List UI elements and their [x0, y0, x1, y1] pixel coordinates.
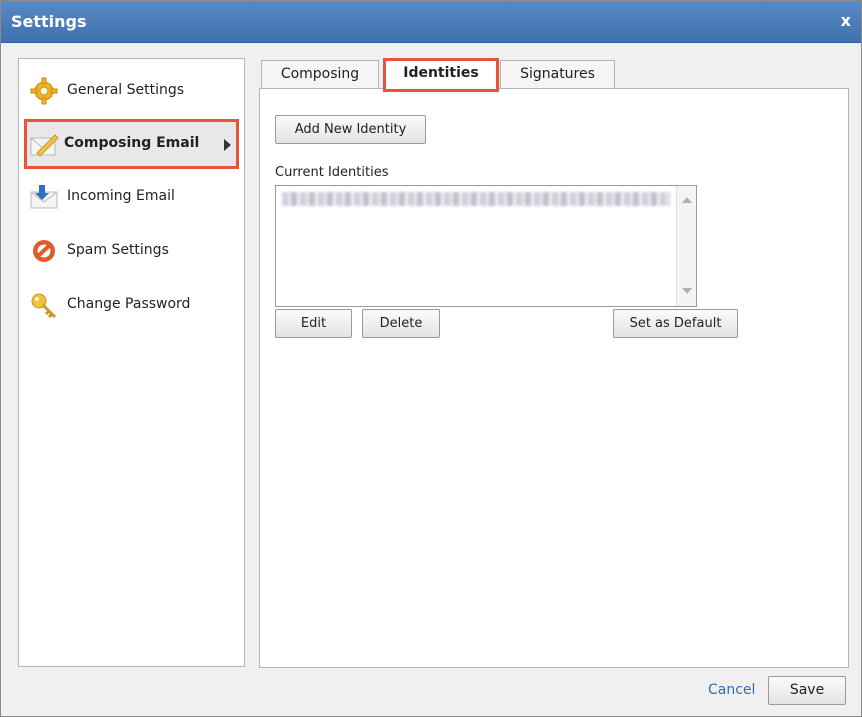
- edit-button[interactable]: Edit: [275, 309, 352, 338]
- key-icon: [29, 291, 59, 319]
- list-item[interactable]: [282, 192, 670, 206]
- set-as-default-button[interactable]: Set as Default: [613, 309, 738, 338]
- no-entry-icon: [29, 237, 59, 265]
- scroll-down-icon[interactable]: [682, 288, 692, 294]
- close-icon[interactable]: x: [841, 11, 851, 30]
- tab-composing[interactable]: Composing: [261, 60, 379, 89]
- tab-identities[interactable]: Identities: [383, 58, 499, 92]
- identities-list[interactable]: [275, 185, 697, 307]
- identities-scrollbar[interactable]: [676, 186, 696, 306]
- title-bar: Settings x: [1, 1, 861, 43]
- sidebar-item-label: Incoming Email: [67, 188, 175, 204]
- delete-button[interactable]: Delete: [362, 309, 440, 338]
- gear-icon: [29, 77, 59, 105]
- tab-signatures[interactable]: Signatures: [500, 60, 615, 89]
- sidebar-item-composing-email[interactable]: Composing Email: [24, 119, 239, 169]
- settings-sidebar: General Settings Composing Email Incomin…: [18, 58, 245, 667]
- sidebar-item-label: General Settings: [67, 82, 185, 98]
- save-button[interactable]: Save: [768, 676, 846, 705]
- sidebar-item-label: Composing Email: [64, 135, 200, 151]
- envelope-pencil-icon: [29, 131, 59, 159]
- incoming-mail-icon: [29, 183, 59, 211]
- sidebar-item-change-password[interactable]: Change Password: [19, 285, 244, 325]
- sidebar-item-label: Spam Settings: [67, 242, 169, 258]
- settings-dialog: Settings x General Settings Composing Em…: [0, 0, 862, 717]
- scroll-up-icon[interactable]: [682, 197, 692, 203]
- dialog-title: Settings: [11, 12, 87, 31]
- sidebar-item-general-settings[interactable]: General Settings: [19, 71, 244, 111]
- sidebar-item-incoming-email[interactable]: Incoming Email: [19, 177, 244, 217]
- add-new-identity-button[interactable]: Add New Identity: [275, 115, 426, 144]
- cancel-link[interactable]: Cancel: [708, 682, 755, 698]
- chevron-right-icon: [224, 139, 231, 151]
- sidebar-item-label: Change Password: [67, 296, 191, 312]
- current-identities-label: Current Identities: [275, 165, 389, 180]
- sidebar-item-spam-settings[interactable]: Spam Settings: [19, 231, 244, 271]
